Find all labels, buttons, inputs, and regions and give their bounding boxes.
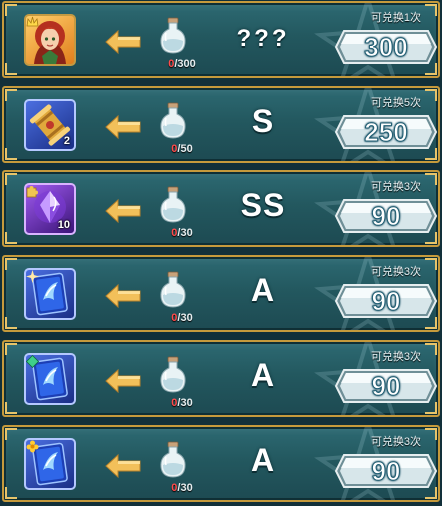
- frame-corner: [5, 232, 17, 244]
- item-quantity: 2: [63, 135, 70, 147]
- cost-progress: 0/30: [142, 227, 222, 239]
- potion-bottle-icon: [158, 186, 188, 224]
- exchange-limit-text: 可兑换5次: [370, 97, 422, 109]
- frame-corner: [5, 402, 17, 414]
- cost-total: /30: [177, 312, 193, 324]
- reward-item-slot[interactable]: [24, 438, 76, 490]
- gold-flower-badge-icon: [26, 440, 39, 453]
- cost-total: /50: [177, 143, 193, 155]
- cost-total: /300: [174, 58, 196, 70]
- exchange-limit-text: 可兑换3次: [370, 181, 422, 193]
- item-quantity: 10: [57, 219, 70, 231]
- reward-item-slot[interactable]: [24, 268, 76, 320]
- exchange-limit-text: 可兑换1次: [370, 12, 422, 24]
- cost-total: /30: [177, 227, 193, 239]
- price-value: 300: [364, 32, 408, 63]
- exchange-list: 0/300??? 可兑换1次 300 2 0/50 S 可兑换5次 250 10 0/30 SS 可兑…: [0, 0, 442, 506]
- exchange-price-button[interactable]: 90: [334, 453, 438, 489]
- exchange-limit-text: 可兑换3次: [370, 436, 422, 448]
- exchange-arrow-icon: [104, 283, 142, 309]
- frame-corner: [5, 63, 17, 75]
- frame-corner: [5, 428, 17, 440]
- grade-label: A: [250, 357, 276, 393]
- potion-bottle-icon: [158, 356, 188, 394]
- frame-corner: [5, 317, 17, 329]
- exchange-price-button[interactable]: 90: [334, 283, 438, 319]
- frame-corner: [5, 89, 17, 101]
- cost-progress: 0/50: [142, 143, 222, 155]
- exchange-arrow-icon: [104, 29, 142, 55]
- exchange-row: 0/30 A 可兑换3次 90: [2, 255, 440, 332]
- cost-progress: 0/30: [142, 312, 222, 324]
- exchange-row: 0/300??? 可兑换1次 300: [2, 1, 440, 78]
- grade-label: A: [250, 442, 276, 478]
- price-value: 90: [371, 456, 401, 487]
- exchange-arrow-icon: [104, 198, 142, 224]
- potion-bottle-icon: [158, 102, 188, 140]
- reward-item-slot[interactable]: 2: [24, 99, 76, 151]
- frame-corner: [5, 173, 17, 185]
- puzzle-badge-icon: [26, 186, 38, 198]
- exchange-arrow-icon: [104, 453, 142, 479]
- reward-item-slot[interactable]: [24, 14, 76, 66]
- crown-badge-icon: [26, 16, 39, 27]
- reward-item-slot[interactable]: 10: [24, 183, 76, 235]
- exchange-limit-text: 可兑换3次: [370, 351, 422, 363]
- cost-progress: 0/30: [142, 482, 222, 494]
- cost-total: /30: [177, 397, 193, 409]
- price-value: 90: [371, 201, 401, 232]
- exchange-price-button[interactable]: 90: [334, 368, 438, 404]
- exchange-price-button[interactable]: 300: [334, 29, 438, 65]
- frame-corner: [5, 487, 17, 499]
- frame-corner: [5, 148, 17, 160]
- green-gem-badge-icon: [26, 355, 39, 368]
- cost-total: /30: [177, 482, 193, 494]
- frame-corner: [5, 258, 17, 270]
- potion-bottle-icon: [158, 441, 188, 479]
- frame-corner: [5, 343, 17, 355]
- exchange-limit-text: 可兑换3次: [370, 266, 422, 278]
- price-value: 90: [371, 371, 401, 402]
- frame-corner: [5, 4, 17, 16]
- grade-label: ???: [236, 25, 290, 52]
- exchange-row: 0/30 A 可兑换3次 90: [2, 425, 440, 502]
- exchange-price-button[interactable]: 250: [334, 114, 438, 150]
- grade-label: SS: [240, 187, 286, 223]
- cost-progress: 0/30: [142, 397, 222, 409]
- potion-bottle-icon: [158, 17, 188, 55]
- exchange-arrow-icon: [104, 368, 142, 394]
- price-value: 90: [371, 286, 401, 317]
- price-value: 250: [364, 117, 408, 148]
- exchange-row: 10 0/30 SS 可兑换3次 90: [2, 170, 440, 247]
- reward-item-slot[interactable]: [24, 353, 76, 405]
- grade-label: A: [250, 272, 276, 308]
- exchange-row: 0/30 A 可兑换3次 90: [2, 340, 440, 417]
- exchange-row: 2 0/50 S 可兑换5次 250: [2, 86, 440, 163]
- exchange-price-button[interactable]: 90: [334, 198, 438, 234]
- sparkle-badge-icon: [26, 270, 39, 283]
- cost-progress: 0/300: [142, 58, 222, 70]
- potion-bottle-icon: [158, 271, 188, 309]
- grade-label: S: [251, 103, 275, 139]
- exchange-arrow-icon: [104, 114, 142, 140]
